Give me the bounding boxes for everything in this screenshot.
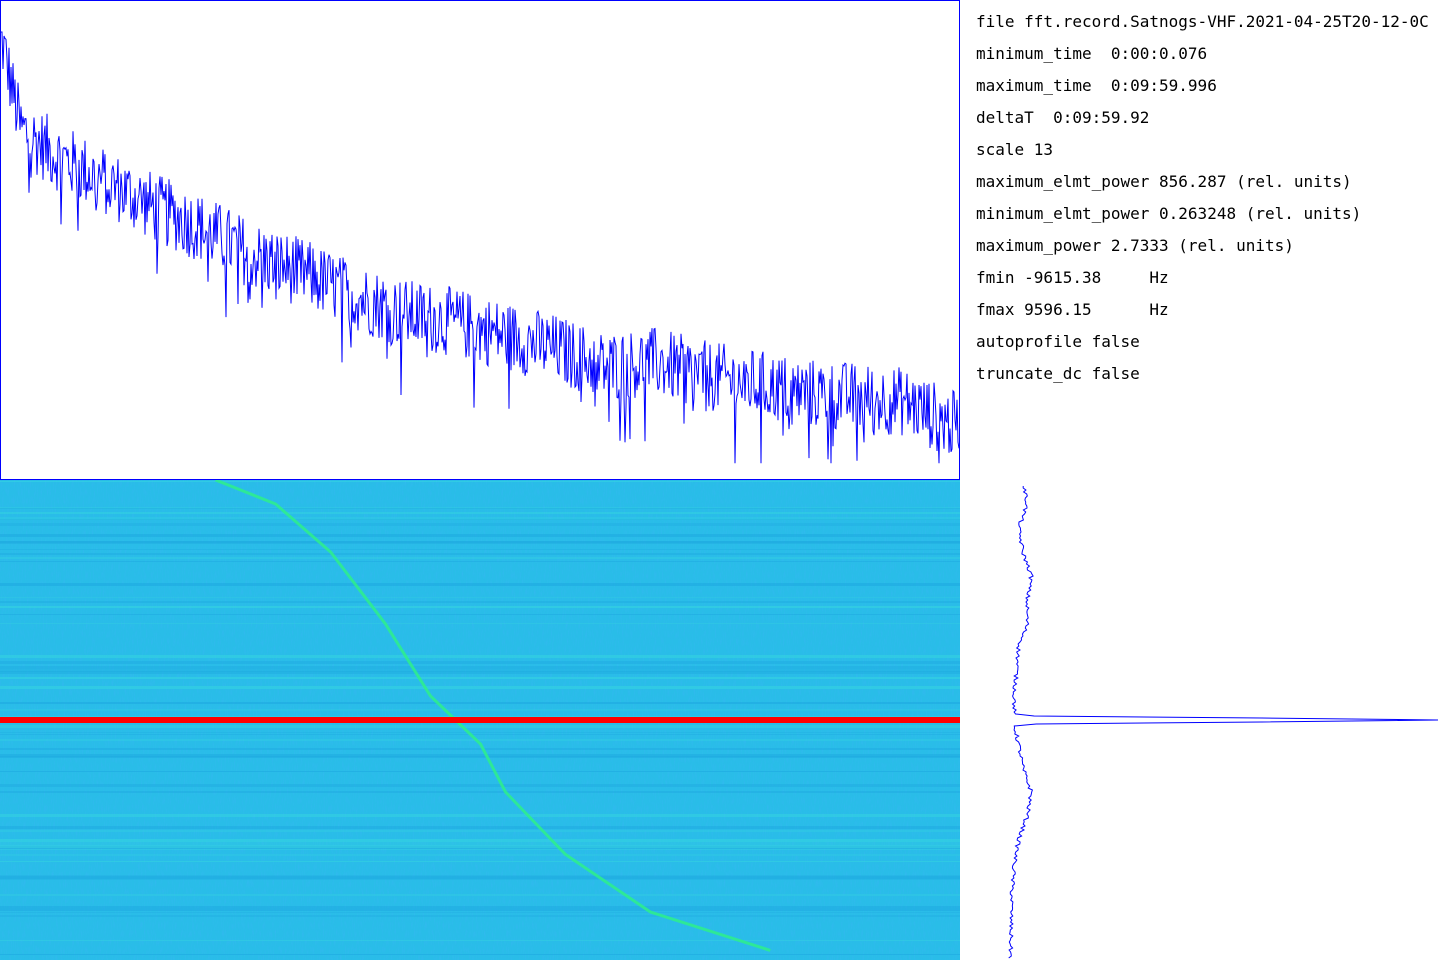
info-minimum-elmt-power: minimum_elmt_power 0.263248 (rel. units) xyxy=(976,204,1362,223)
waterfall-band xyxy=(0,671,960,674)
waterfall-band xyxy=(0,655,960,658)
waterfall-band xyxy=(0,732,960,733)
waterfall-band xyxy=(0,791,960,793)
waterfall-band xyxy=(0,784,960,787)
waterfall-band xyxy=(0,854,960,856)
waterfall-plot xyxy=(0,480,960,960)
waterfall-band xyxy=(0,771,960,772)
info-truncate-dc: truncate_dc false xyxy=(976,364,1140,383)
waterfall-band xyxy=(0,894,960,896)
waterfall-band xyxy=(0,583,960,586)
waterfall-band xyxy=(0,623,960,624)
info-panel: file fft.record.Satnogs-VHF.2021-04-25T2… xyxy=(976,8,1440,408)
waterfall-band xyxy=(0,908,960,911)
info-minimum-time: minimum_time 0:00:0.076 xyxy=(976,44,1208,63)
waterfall-band xyxy=(0,709,960,711)
waterfall-band xyxy=(0,861,960,862)
waterfall-band xyxy=(0,677,960,679)
waterfall-band xyxy=(0,814,960,817)
waterfall-band xyxy=(0,541,960,543)
spectrum-plot xyxy=(0,0,960,480)
waterfall-band xyxy=(0,561,960,562)
info-maximum-time: maximum_time 0:09:59.996 xyxy=(976,76,1217,95)
info-deltat: deltaT 0:09:59.92 xyxy=(976,108,1150,127)
waterfall-band xyxy=(0,748,960,750)
waterfall-band xyxy=(0,557,960,559)
waterfall-band xyxy=(0,842,960,845)
waterfall-band xyxy=(0,875,960,877)
waterfall-band xyxy=(0,739,960,741)
info-fmax: fmax 9596.15 Hz xyxy=(976,300,1169,319)
info-maximum-elmt-power: maximum_elmt_power 856.287 (rel. units) xyxy=(976,172,1352,191)
waterfall-band xyxy=(0,912,960,913)
waterfall-band xyxy=(0,915,960,917)
waterfall-band xyxy=(0,702,960,704)
waterfall-band xyxy=(0,839,960,842)
waterfall-band xyxy=(0,725,960,728)
waterfall-band xyxy=(0,734,960,735)
waterfall-band xyxy=(0,940,960,941)
waterfall-band xyxy=(0,481,960,482)
waterfall-band xyxy=(0,666,960,669)
info-maximum-power: maximum_power 2.7333 (rel. units) xyxy=(976,236,1294,255)
info-scale: scale 13 xyxy=(976,140,1054,159)
waterfall-band xyxy=(0,508,960,509)
waterfall-band xyxy=(0,614,960,615)
waterfall-band xyxy=(0,523,960,526)
power-profile-plot xyxy=(1008,486,1439,959)
dc-line xyxy=(0,717,960,723)
waterfall-band xyxy=(0,756,960,758)
waterfall-band xyxy=(0,597,960,598)
waterfall-band xyxy=(0,606,960,608)
waterfall-band xyxy=(0,517,960,520)
waterfall-band xyxy=(0,954,960,955)
waterfall-band xyxy=(0,845,960,848)
waterfall-band xyxy=(0,906,960,908)
waterfall-band xyxy=(0,826,960,829)
waterfall-band xyxy=(0,830,960,832)
power-profile-trace xyxy=(1008,486,1439,959)
waterfall-band xyxy=(0,686,960,689)
info-autoprofile: autoprofile false xyxy=(976,332,1140,351)
waterfall-band xyxy=(0,549,960,550)
waterfall-band xyxy=(0,534,960,537)
waterfall-band xyxy=(0,601,960,603)
info-file: file fft.record.Satnogs-VHF.2021-04-25T2… xyxy=(976,12,1429,31)
waterfall-band xyxy=(0,512,960,514)
waterfall-band xyxy=(0,553,960,555)
info-fmin: fmin -9615.38 Hz xyxy=(976,268,1169,287)
waterfall-band xyxy=(0,661,960,664)
